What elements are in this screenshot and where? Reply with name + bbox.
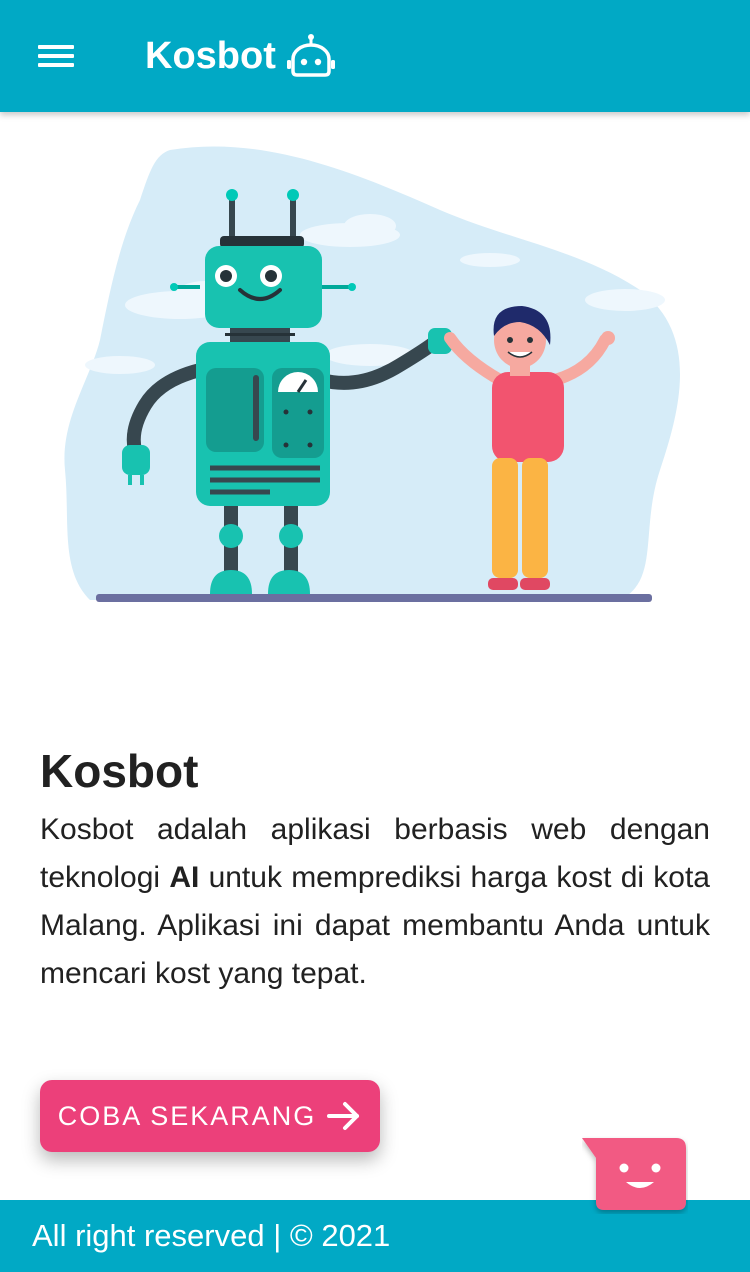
hamburger-menu-icon[interactable] [34,38,78,74]
page-title: Kosbot [40,745,199,797]
intro-description: Kosbot adalah aplikasi berbasis web deng… [40,806,710,998]
hero-illustration [64,146,681,602]
copyright-text: All right reserved | © 2021 [32,1218,391,1253]
top-app-bar: Kosbot [0,0,750,112]
brand-link[interactable]: Kosbot [145,30,336,82]
smiley-chat-bubble-icon[interactable] [582,1136,688,1214]
try-now-button[interactable]: COBA SEKARANG [40,1080,380,1152]
description-highlight-ai: AI [169,861,200,894]
brand-name: Kosbot [145,34,276,77]
try-now-label: COBA SEKARANG [57,1100,317,1131]
intro-section: Kosbot Kosbot adalah aplikasi berbasis w… [40,742,710,998]
robot-icon [286,34,335,77]
arrow-right-icon [327,1102,360,1130]
